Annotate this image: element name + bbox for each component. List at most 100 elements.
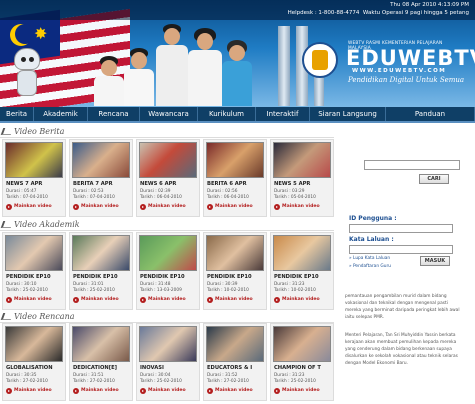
play-video-link[interactable]: Mainkan video — [6, 204, 64, 212]
video-thumbnail[interactable] — [139, 326, 197, 362]
video-title[interactable]: GLOBALISATION — [6, 365, 53, 371]
play-video-link[interactable]: Mainkan video — [274, 388, 332, 396]
nav-wawancara[interactable]: Wawancara — [140, 107, 198, 121]
video-title[interactable]: EDUCATORS & I — [207, 365, 252, 371]
logo-url: WWW.EDUWEBTV.COM — [352, 68, 447, 74]
search-button[interactable]: CARI — [419, 174, 449, 184]
nav-rencana[interactable]: Rencana — [88, 107, 140, 121]
video-title[interactable]: NEWS 6 APR — [140, 181, 176, 187]
play-video-link[interactable]: Mainkan video — [207, 204, 265, 212]
video-title[interactable]: PENDIDIK EP10 — [140, 274, 185, 280]
video-card[interactable]: NEWS 6 APR Durasi : 02:39 Tarikh : 06-04… — [136, 139, 200, 217]
video-title[interactable]: NEWS 7 APR — [6, 181, 42, 187]
play-video-link[interactable]: Mainkan video — [140, 388, 198, 396]
video-card[interactable]: PENDIDIK EP10 Durasi : 30:10 Tarikh : 25… — [2, 232, 66, 310]
video-thumbnail[interactable] — [5, 326, 63, 362]
video-duration: Durasi : 30:39 — [207, 282, 238, 287]
video-duration: Durasi : 31:52 — [207, 373, 238, 378]
video-title[interactable]: NEWS 5 APR — [274, 181, 310, 187]
nav-berita[interactable]: Berita — [0, 107, 34, 121]
nav-panduan[interactable]: Panduan — [386, 107, 475, 121]
play-video-link[interactable]: Mainkan video — [73, 204, 131, 212]
play-label: Mainkan video — [282, 297, 320, 302]
video-thumbnail[interactable] — [139, 235, 197, 271]
video-title[interactable]: PENDIDIK EP10 — [274, 274, 319, 280]
robot-mascot — [8, 48, 46, 100]
play-video-link[interactable]: Mainkan video — [274, 297, 332, 305]
video-date: Tarikh : 07-04-2010 — [73, 195, 115, 200]
video-thumbnail[interactable] — [273, 142, 331, 178]
video-card[interactable]: GLOBALISATION Durasi : 30:35 Tarikh : 27… — [2, 323, 66, 401]
video-thumbnail[interactable] — [72, 326, 130, 362]
video-thumbnail[interactable] — [206, 326, 264, 362]
play-video-link[interactable]: Mainkan video — [6, 388, 64, 396]
play-label: Mainkan video — [14, 204, 52, 209]
nav-akademik[interactable]: Akademik — [34, 107, 88, 121]
play-video-link[interactable]: Mainkan video — [274, 204, 332, 212]
video-card[interactable]: CHAMPION OF T Durasi : 31:23 Tarikh : 25… — [270, 323, 334, 401]
video-thumbnail[interactable] — [139, 142, 197, 178]
video-card[interactable]: PENDIDIK EP10 Durasi : 30:39 Tarikh : 10… — [203, 232, 267, 310]
video-title[interactable]: DEDICATION[E] — [73, 365, 117, 371]
video-title[interactable]: PENDIDIK EP10 — [73, 274, 118, 280]
video-card[interactable]: DEDICATION[E] Durasi : 31:51 Tarikh : 27… — [69, 323, 133, 401]
login-button[interactable]: MASUK — [420, 256, 450, 266]
video-duration: Durasi : 31:48 — [140, 282, 171, 287]
video-title[interactable]: BERITA 7 APR — [73, 181, 113, 187]
video-thumbnail[interactable] — [72, 235, 130, 271]
play-video-link[interactable]: Mainkan video — [207, 388, 265, 396]
play-video-link[interactable]: Mainkan video — [207, 297, 265, 305]
video-card[interactable]: PENDIDIK EP10 Durasi : 31:01 Tarikh : 25… — [69, 232, 133, 310]
video-card[interactable]: BERITA 6 APR Durasi : 02:56 Tarikh : 06-… — [203, 139, 267, 217]
video-title[interactable]: INOVASI — [140, 365, 164, 371]
play-video-link[interactable]: Mainkan video — [6, 297, 64, 305]
video-duration: Durasi : 05:47 — [6, 189, 37, 194]
video-thumbnail[interactable] — [72, 142, 130, 178]
video-thumbnail[interactable] — [5, 235, 63, 271]
play-label: Mainkan video — [14, 297, 52, 302]
video-thumbnail[interactable] — [5, 142, 63, 178]
video-card[interactable]: EDUCATORS & I Durasi : 31:52 Tarikh : 27… — [203, 323, 267, 401]
nav-kurikulum[interactable]: Kurikulum — [198, 107, 256, 121]
password-input[interactable] — [349, 245, 453, 254]
video-duration: Durasi : 31:51 — [73, 373, 104, 378]
play-icon — [140, 204, 146, 210]
video-title[interactable]: PENDIDIK EP10 — [207, 274, 252, 280]
video-card[interactable]: INOVASI Durasi : 30:04 Tarikh : 25-02-20… — [136, 323, 200, 401]
register-teacher-link[interactable]: » Pendaftaran Guru — [349, 264, 391, 269]
video-title[interactable]: PENDIDIK EP10 — [6, 274, 51, 280]
video-card[interactable]: NEWS 7 APR Durasi : 05:47 Tarikh : 07-04… — [2, 139, 66, 217]
play-icon — [207, 297, 213, 303]
video-thumbnail[interactable] — [206, 235, 264, 271]
video-row-akademik: PENDIDIK EP10 Durasi : 30:10 Tarikh : 25… — [2, 232, 334, 312]
section-title-berita: Video Berita — [0, 126, 334, 138]
video-row-rencana: GLOBALISATION Durasi : 30:35 Tarikh : 27… — [2, 323, 334, 403]
video-card[interactable]: PENDIDIK EP10 Durasi : 31:23 Tarikh : 10… — [270, 232, 334, 310]
video-thumbnail[interactable] — [273, 326, 331, 362]
site-logo[interactable]: WEBTV RASMI KEMENTERIAN PELAJARAN MALAYS… — [294, 36, 475, 90]
play-video-link[interactable]: Mainkan video — [140, 297, 198, 305]
video-thumbnail[interactable] — [273, 235, 331, 271]
video-date: Tarikh : 25-02-2010 — [140, 379, 182, 384]
play-video-link[interactable]: Mainkan video — [140, 204, 198, 212]
video-thumbnail[interactable] — [206, 142, 264, 178]
site-header: ✸ Thu 08 Apr 2010 4:13:09 PM Helpdesk: … — [0, 0, 475, 107]
play-label: Mainkan video — [215, 204, 253, 209]
search-input[interactable] — [364, 160, 460, 170]
nav-interaktif[interactable]: Interaktif — [256, 107, 310, 121]
play-label: Mainkan video — [14, 388, 52, 393]
video-card[interactable]: PENDIDIK EP10 Durasi : 31:48 Tarikh : 13… — [136, 232, 200, 310]
forgot-password-link[interactable]: » Lupa Kata Laluan — [349, 256, 390, 261]
nav-siaran-langsung[interactable]: Siaran Langsung — [310, 107, 386, 121]
play-video-link[interactable]: Mainkan video — [73, 297, 131, 305]
video-title[interactable]: CHAMPION OF T — [274, 365, 321, 371]
username-input[interactable] — [349, 224, 453, 233]
video-section-icon — [0, 313, 14, 320]
operating-hours: Waktu Operasi 9 pagi hingga 5 petang — [362, 10, 469, 16]
logo-tagline: Pendidikan Digital Untuk Semua — [348, 76, 465, 84]
main-nav: Berita Akademik Rencana Wawancara Kuriku… — [0, 107, 475, 123]
video-title[interactable]: BERITA 6 APR — [207, 181, 247, 187]
video-card[interactable]: BERITA 7 APR Durasi : 02:53 Tarikh : 07-… — [69, 139, 133, 217]
video-card[interactable]: NEWS 5 APR Durasi : 03:29 Tarikh : 05-04… — [270, 139, 334, 217]
play-video-link[interactable]: Mainkan video — [73, 388, 131, 396]
